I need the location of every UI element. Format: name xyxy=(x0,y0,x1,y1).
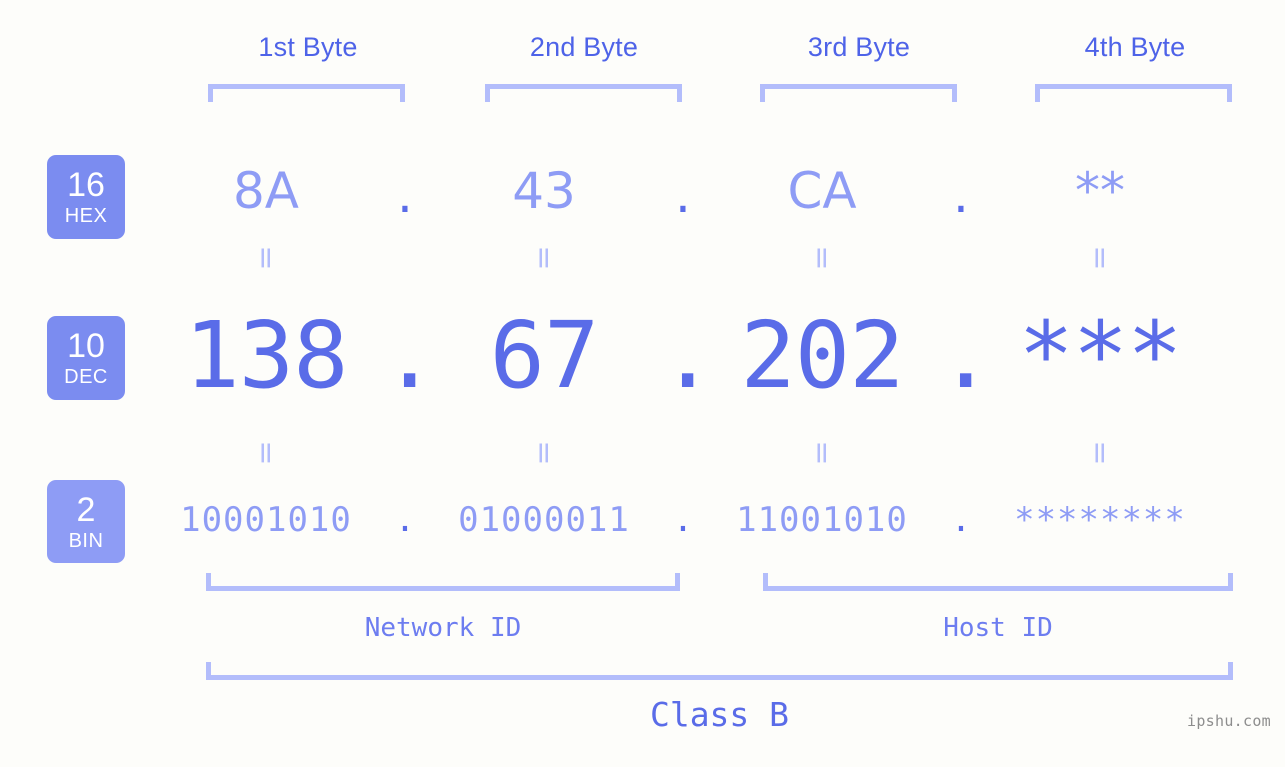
host-id-bracket xyxy=(763,573,1233,591)
class-label: Class B xyxy=(649,695,790,734)
equals-slot-1: = xyxy=(150,243,382,273)
byte-bracket-top-2 xyxy=(485,84,682,102)
equals-icon: = xyxy=(804,245,840,271)
equals-slot-4: = xyxy=(984,438,1216,468)
byte-header-1: 1st Byte xyxy=(258,32,358,62)
equals-slot-1: = xyxy=(150,438,382,468)
hex-byte-4: ** xyxy=(1075,162,1125,220)
network-id-bracket xyxy=(206,573,680,591)
byte-header-4: 4th Byte xyxy=(1084,32,1186,62)
base-badge-hex-name: HEX xyxy=(64,205,108,227)
equals-gap xyxy=(382,438,428,468)
equals-slot-2: = xyxy=(428,438,660,468)
base-badge-hex-number: 16 xyxy=(67,166,105,204)
base-badge-bin-name: BIN xyxy=(68,529,104,552)
equals-icon: = xyxy=(248,440,284,466)
byte-bracket-top-4 xyxy=(1035,84,1232,102)
equals-slot-3: = xyxy=(706,438,938,468)
base-badge-dec: 10 DEC xyxy=(47,316,125,400)
bin-separator-2: . xyxy=(672,500,694,540)
hex-byte-1: 8A xyxy=(232,162,299,220)
dec-separator-3: . xyxy=(938,301,994,409)
base-badge-dec-name: DEC xyxy=(64,366,108,388)
bin-byte-3: 11001010 xyxy=(736,500,908,540)
equals-icon: = xyxy=(1082,245,1118,271)
hex-byte-3: CA xyxy=(787,162,857,220)
equals-icon: = xyxy=(526,245,562,271)
equals-gap xyxy=(938,438,984,468)
dec-separator-1: . xyxy=(382,301,438,409)
base-badge-bin: 2 BIN xyxy=(47,480,125,563)
bin-value-row: 10001010 . 01000011 . 11001010 . *******… xyxy=(150,492,1285,548)
hex-byte-2: 43 xyxy=(512,162,576,220)
equals-icon: = xyxy=(1082,440,1118,466)
equals-gap xyxy=(660,243,706,273)
dec-byte-1: 138 xyxy=(184,301,348,409)
hex-separator-3: . xyxy=(953,166,969,224)
equals-slot-3: = xyxy=(706,243,938,273)
equals-slot-4: = xyxy=(984,243,1216,273)
bin-byte-1: 10001010 xyxy=(180,500,352,540)
network-id-label: Network ID xyxy=(364,613,522,643)
bin-separator-1: . xyxy=(394,500,416,540)
site-watermark: ipshu.com xyxy=(1187,712,1271,730)
byte-bracket-top-3 xyxy=(760,84,957,102)
bin-separator-3: . xyxy=(950,500,972,540)
bin-byte-4: ******** xyxy=(1014,500,1186,540)
byte-header-3: 3rd Byte xyxy=(807,32,911,62)
dec-byte-3: 202 xyxy=(740,301,904,409)
host-id-label: Host ID xyxy=(943,613,1053,643)
equals-row-dec-bin: = = = = xyxy=(150,438,1285,468)
equals-slot-2: = xyxy=(428,243,660,273)
equals-gap xyxy=(938,243,984,273)
equals-icon: = xyxy=(804,440,840,466)
equals-gap xyxy=(382,243,428,273)
equals-gap xyxy=(660,438,706,468)
dec-separator-2: . xyxy=(660,301,716,409)
equals-icon: = xyxy=(526,440,562,466)
byte-bracket-top-1 xyxy=(208,84,405,102)
base-badge-dec-number: 10 xyxy=(67,327,105,365)
hex-separator-1: . xyxy=(397,166,413,224)
dec-byte-4: *** xyxy=(1018,301,1182,409)
dec-byte-2: 67 xyxy=(489,301,600,409)
base-badge-bin-number: 2 xyxy=(76,490,96,529)
hex-separator-2: . xyxy=(675,166,691,224)
equals-icon: = xyxy=(248,245,284,271)
ip-byte-diagram: 1st Byte 2nd Byte 3rd Byte 4th Byte 16 H… xyxy=(0,0,1285,767)
hex-value-row: 8A . 43 . CA . ** xyxy=(150,152,1285,230)
byte-header-2: 2nd Byte xyxy=(529,32,639,62)
base-badge-hex: 16 HEX xyxy=(47,155,125,239)
class-bracket xyxy=(206,662,1233,680)
bin-byte-2: 01000011 xyxy=(458,500,630,540)
dec-value-row: 138 . 67 . 202 . *** xyxy=(150,296,1285,414)
equals-row-hex-dec: = = = = xyxy=(150,243,1285,273)
